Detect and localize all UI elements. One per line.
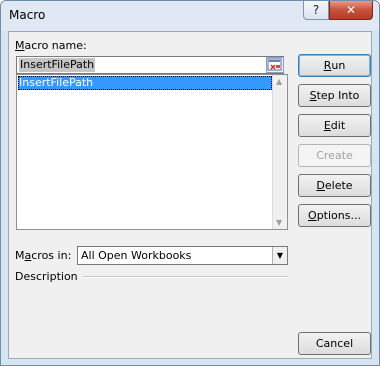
scroll-up-arrow-icon[interactable]: ▲ [276,77,282,86]
description-divider [83,276,288,278]
edit-button[interactable]: Edit [298,114,371,137]
scroll-down-arrow-icon[interactable]: ▼ [276,218,282,227]
close-button[interactable]: ✕ [329,1,373,20]
macro-name-value: InsertFilePath [19,58,96,72]
description-label: Description [15,270,78,283]
macros-in-select[interactable]: All Open Workbooks ▼ [77,246,288,265]
chevron-down-icon[interactable]: ▼ [272,247,287,264]
run-button[interactable]: Run [298,54,371,77]
dialog-body: Macro name: InsertFilePath InsertFilePat… [8,31,372,359]
title-buttons: ? ✕ [303,1,373,20]
options-button[interactable]: Options... [298,204,371,227]
macro-name-input[interactable]: InsertFilePath [16,56,284,74]
collapse-dialog-button[interactable] [266,57,284,73]
create-button: Create [298,144,371,167]
step-into-button[interactable]: Step Into [298,84,371,107]
vertical-scrollbar[interactable]: ▲ ▼ [272,75,287,229]
delete-button[interactable]: Delete [298,174,371,197]
help-button[interactable]: ? [303,1,329,20]
title-bar[interactable]: Macro ? ✕ [1,1,379,31]
macros-in-value: All Open Workbooks [81,249,192,262]
list-item[interactable]: InsertFilePath [18,76,272,90]
macro-name-label: Macro name: [15,39,87,52]
macros-in-label: Macros in: [15,249,72,262]
collapse-dialog-icon [267,58,282,71]
close-icon: ✕ [345,3,357,17]
macro-list[interactable]: InsertFilePath ▲ ▼ [16,74,288,230]
macro-dialog: Macro ? ✕ Macro name: InsertFilePath Ins… [0,0,380,366]
cancel-button[interactable]: Cancel [298,332,371,355]
window-title: Macro [9,8,46,22]
question-mark-icon: ? [312,3,320,17]
